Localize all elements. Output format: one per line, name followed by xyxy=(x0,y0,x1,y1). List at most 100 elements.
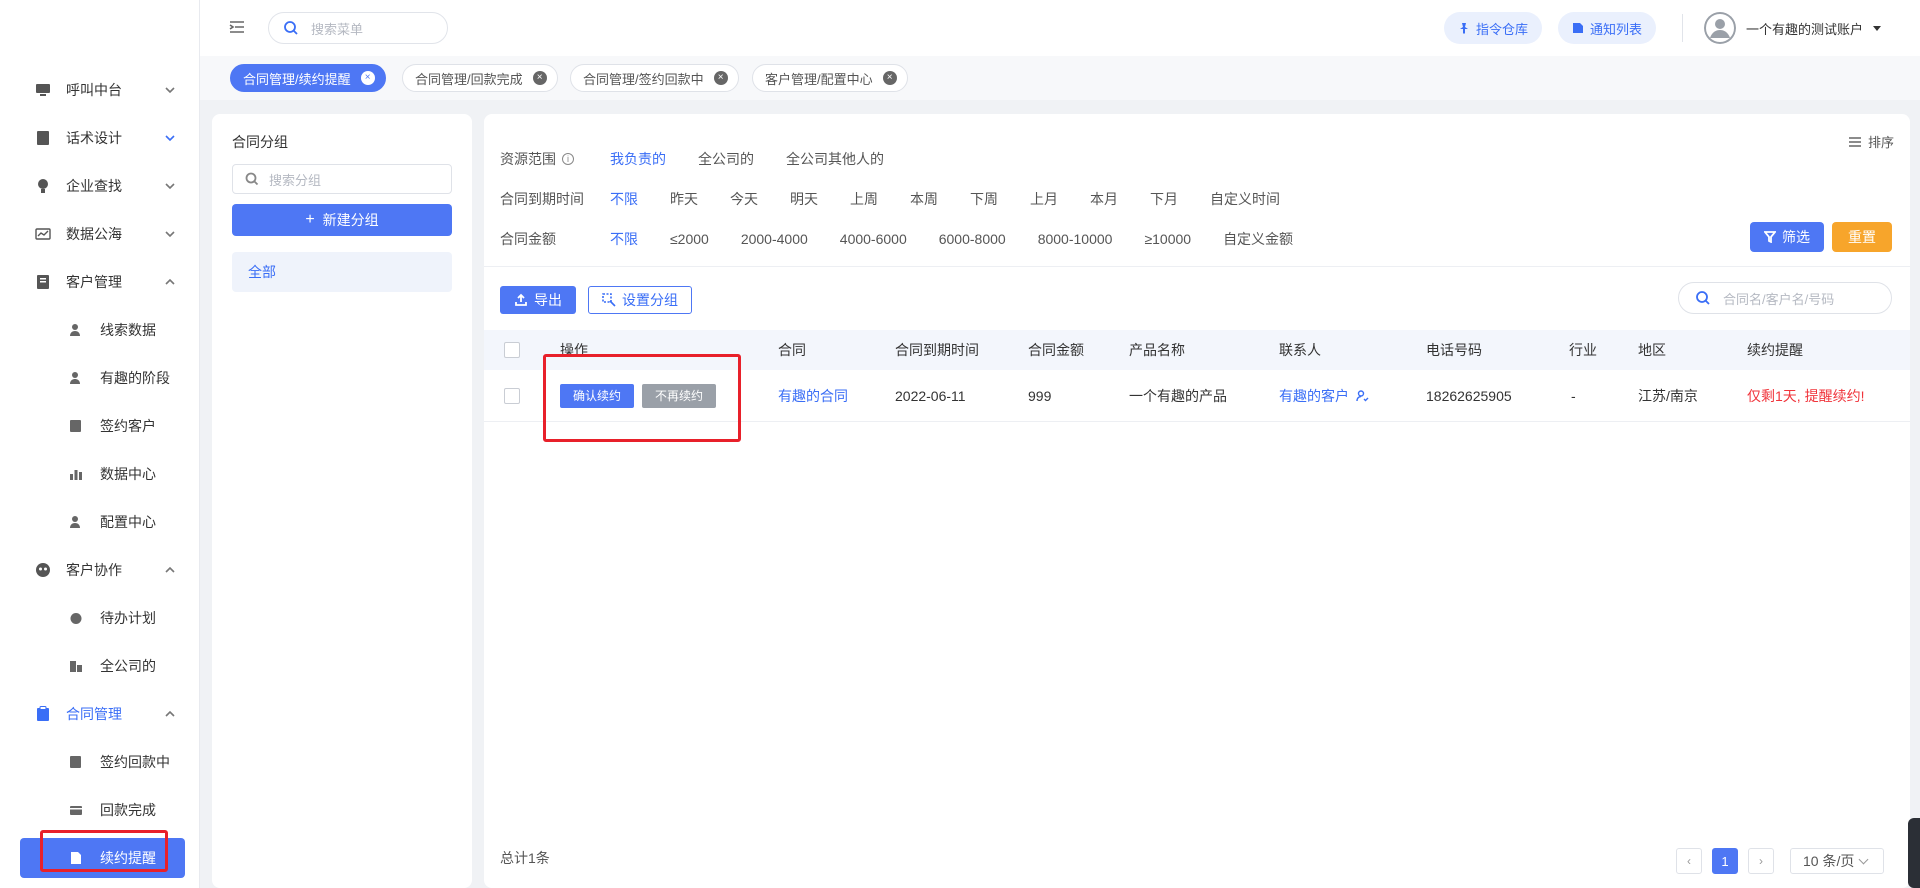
person-icon[interactable] xyxy=(1355,389,1369,403)
sidebar-subitem-leads[interactable]: 线索数据 xyxy=(0,306,199,354)
search-icon xyxy=(284,21,298,35)
sort-button[interactable]: 排序 xyxy=(1848,132,1894,151)
sidebar-subitem-renewal-reminder[interactable]: 续约提醒 xyxy=(20,838,185,878)
filter-option[interactable]: 6000-8000 xyxy=(939,231,1006,247)
chevron-down-icon xyxy=(163,179,177,193)
filter-option[interactable]: 自定义时间 xyxy=(1210,189,1280,209)
filter-option[interactable]: 本月 xyxy=(1090,189,1118,209)
header-divider xyxy=(1682,14,1683,42)
sidebar-subitem-payment-done[interactable]: 回款完成 xyxy=(0,786,199,834)
filter-option[interactable]: 上月 xyxy=(1030,189,1058,209)
filter-option[interactable]: 不限 xyxy=(610,229,638,249)
contract-link[interactable]: 有趣的合同 xyxy=(778,370,848,421)
filter-option[interactable]: 今天 xyxy=(730,189,758,209)
select-all-checkbox[interactable] xyxy=(504,342,520,358)
amount-cell: 999 xyxy=(1028,387,1052,404)
sidebar-item-call-center[interactable]: 呼叫中台 xyxy=(0,66,199,114)
tab-renewal-reminder[interactable]: 合同管理/续约提醒 × xyxy=(230,64,386,92)
filter-option[interactable]: 下月 xyxy=(1150,189,1178,209)
monitor-icon xyxy=(34,81,52,99)
filter-option[interactable]: ≥10000 xyxy=(1144,231,1191,247)
confirm-renewal-button[interactable]: 确认续约 xyxy=(560,383,634,408)
sidebar-item-label: 企业查找 xyxy=(66,178,122,194)
filter-option[interactable]: 全公司其他人的 xyxy=(786,149,884,169)
sidebar-item-enterprise-search[interactable]: 企业查找 xyxy=(0,162,199,210)
command-repo-button[interactable]: 指令仓库 xyxy=(1444,12,1543,44)
sidebar-subitem-data-center[interactable]: 数据中心 xyxy=(0,450,199,498)
filter-option[interactable]: 下周 xyxy=(970,189,998,209)
chevron-up-icon xyxy=(163,275,177,289)
filter-button[interactable]: 筛选 xyxy=(1750,222,1824,252)
filter-option[interactable]: 上周 xyxy=(850,189,878,209)
card-icon xyxy=(68,802,84,818)
caret-down-icon xyxy=(1873,25,1882,31)
building-icon xyxy=(68,658,84,674)
sidebar-item-script-design[interactable]: 话术设计 xyxy=(0,114,199,162)
filter-option[interactable]: 我负责的 xyxy=(610,149,666,169)
clipboard-icon xyxy=(34,705,52,723)
sort-label: 排序 xyxy=(1867,135,1894,150)
reset-button[interactable]: 重置 xyxy=(1832,222,1892,252)
sidebar-subitem-company[interactable]: 全公司的 xyxy=(0,642,199,690)
filter-option[interactable]: 不限 xyxy=(610,189,638,209)
tab-signing-payment[interactable]: 合同管理/签约回款中 × xyxy=(570,64,739,92)
product-cell: 一个有趣的产品 xyxy=(1129,387,1227,404)
new-group-button[interactable]: + 新建分组 xyxy=(232,204,452,236)
tab-payment-done[interactable]: 合同管理/回款完成 × xyxy=(402,64,558,92)
search-icon xyxy=(1696,291,1710,305)
filter-option[interactable]: 8000-10000 xyxy=(1038,231,1113,247)
sidebar-item-collaboration[interactable]: 客户协作 xyxy=(0,546,199,594)
sidebar-item-customer-mgmt[interactable]: 客户管理 xyxy=(0,258,199,306)
next-page-button[interactable]: › xyxy=(1748,848,1774,874)
sidebar-subitem-config[interactable]: 配置中心 xyxy=(0,498,199,546)
group-item-all[interactable]: 全部 xyxy=(232,252,452,292)
prev-page-button[interactable]: ‹ xyxy=(1676,848,1702,874)
chevron-up-icon xyxy=(163,563,177,577)
tab-config-center[interactable]: 客户管理/配置中心 × xyxy=(752,64,908,92)
set-group-button[interactable]: 设置分组 xyxy=(588,286,692,314)
sidebar-subitem-signed[interactable]: 签约客户 xyxy=(0,402,199,450)
upload-icon xyxy=(515,293,527,306)
contact-link[interactable]: 有趣的客户 xyxy=(1279,386,1349,406)
info-icon[interactable]: i xyxy=(562,153,574,165)
export-button[interactable]: 导出 xyxy=(500,286,576,314)
filter-option[interactable]: 明天 xyxy=(790,189,818,209)
filter-option[interactable]: 4000-6000 xyxy=(840,231,907,247)
sidebar-subitem-signing-payment[interactable]: 签约回款中 xyxy=(0,738,199,786)
export-label: 导出 xyxy=(534,292,562,308)
group-search-input[interactable]: 搜索分组 xyxy=(232,164,452,194)
tab-label: 合同管理/续约提醒 xyxy=(243,71,351,87)
column-header: 续约提醒 xyxy=(1747,342,1803,358)
table-search-input[interactable]: 合同名/客户名/号码 xyxy=(1678,282,1892,314)
filter-option[interactable]: ≤2000 xyxy=(670,231,709,247)
notify-list-button[interactable]: 通知列表 xyxy=(1558,12,1657,44)
sidebar-subitem-stage[interactable]: 有趣的阶段 xyxy=(0,354,199,402)
user-menu[interactable]: 一个有趣的测试账户 xyxy=(1704,12,1882,44)
no-renewal-button[interactable]: 不再续约 xyxy=(642,383,716,408)
filter-option[interactable]: 全公司的 xyxy=(698,149,754,169)
close-icon[interactable]: × xyxy=(360,71,375,85)
column-header: 合同金额 xyxy=(1028,342,1084,358)
sidebar-item-label: 合同管理 xyxy=(66,706,122,722)
filter-option[interactable]: 本周 xyxy=(910,189,938,209)
close-icon[interactable]: × xyxy=(882,71,897,85)
filter-option[interactable]: 自定义金额 xyxy=(1223,229,1293,249)
column-header: 合同 xyxy=(778,342,806,358)
close-icon[interactable]: × xyxy=(532,71,547,85)
sidebar-subitem-todo[interactable]: 待办计划 xyxy=(0,594,199,642)
menu-collapse-icon[interactable] xyxy=(228,18,248,38)
sidebar-item-data-pool[interactable]: 数据公海 xyxy=(0,210,199,258)
user-search-icon xyxy=(68,322,84,338)
industry-cell: - xyxy=(1571,387,1576,404)
page-number[interactable]: 1 xyxy=(1712,848,1738,874)
tab-label: 合同管理/回款完成 xyxy=(415,71,523,87)
menu-search-input[interactable]: 搜索菜单 xyxy=(268,12,448,44)
chevron-up-icon xyxy=(163,707,177,721)
row-checkbox[interactable] xyxy=(504,387,520,404)
filter-option[interactable]: 2000-4000 xyxy=(741,231,808,247)
sidebar-item-contract-mgmt[interactable]: 合同管理 xyxy=(0,690,199,738)
tabs-bar: 合同管理/续约提醒 × 合同管理/回款完成 × 合同管理/签约回款中 × 客户管… xyxy=(200,56,1920,100)
close-icon[interactable]: × xyxy=(713,71,728,85)
page-size-select[interactable]: 10 条/页 xyxy=(1790,848,1884,874)
filter-option[interactable]: 昨天 xyxy=(670,189,698,209)
